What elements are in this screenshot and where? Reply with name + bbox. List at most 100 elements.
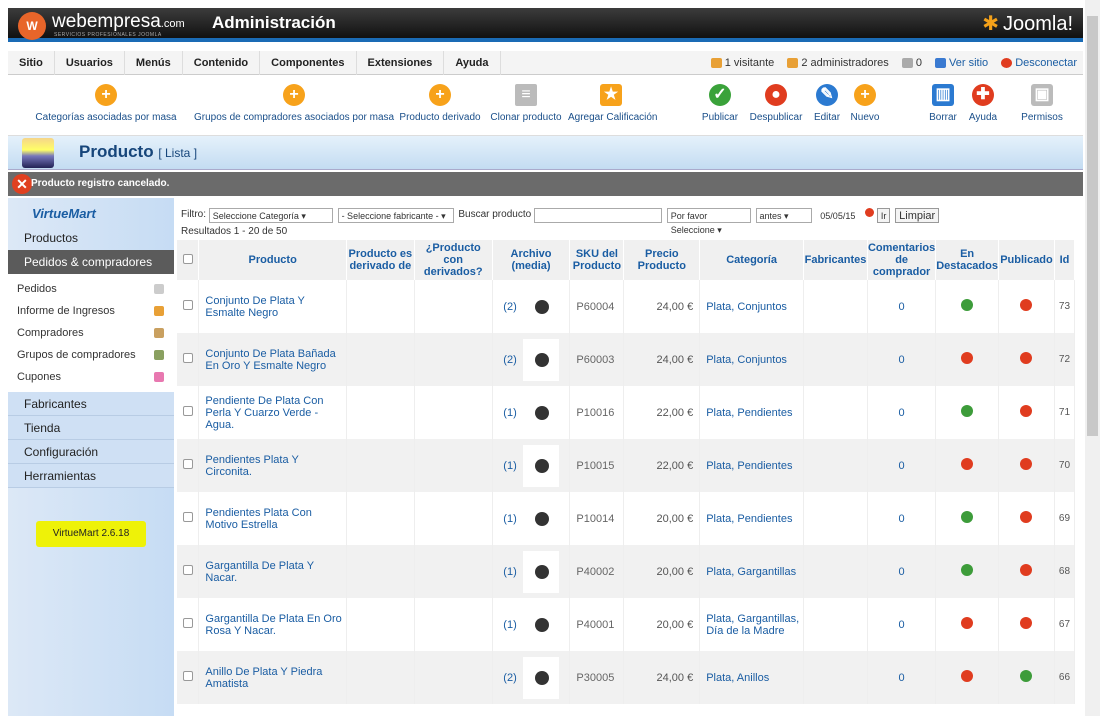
product-thumbnail[interactable] bbox=[522, 550, 559, 593]
col-manufacturers[interactable]: Fabricantes bbox=[803, 240, 868, 280]
featured-off-icon[interactable] bbox=[961, 458, 974, 470]
unpublished-icon[interactable] bbox=[1020, 617, 1033, 629]
col-sku[interactable]: SKU del Producto bbox=[569, 240, 625, 280]
row-checkbox[interactable] bbox=[182, 565, 193, 575]
view-site-link[interactable]: Ver sitio bbox=[935, 57, 988, 69]
row-checkbox[interactable] bbox=[182, 618, 193, 628]
rate-button[interactable]: ★ Agregar Calificación bbox=[568, 84, 658, 123]
col-id[interactable]: Id bbox=[1054, 240, 1076, 280]
product-thumbnail[interactable] bbox=[522, 338, 559, 381]
sidebar-item-pedidos[interactable]: Pedidos bbox=[8, 278, 174, 300]
category-link[interactable]: Plata, Anillos bbox=[699, 651, 804, 704]
unpublished-icon[interactable] bbox=[1020, 458, 1033, 470]
cat-mass-button[interactable]: + Categorías asociadas por masa bbox=[20, 84, 192, 123]
menu-ayuda[interactable]: Ayuda bbox=[444, 51, 501, 75]
sidebar-fabricantes[interactable]: Fabricantes bbox=[8, 392, 174, 416]
col-has-derived[interactable]: ¿Producto con derivados? bbox=[414, 240, 493, 280]
media-count[interactable]: (2) bbox=[503, 353, 516, 365]
product-thumbnail[interactable] bbox=[522, 603, 559, 646]
media-count[interactable]: (2) bbox=[503, 671, 516, 683]
comments-count[interactable]: 0 bbox=[867, 386, 937, 439]
go-button[interactable]: Ir bbox=[876, 208, 891, 223]
category-link[interactable]: Plata, Pendientes bbox=[699, 492, 804, 545]
sidebar-item-grupos[interactable]: Grupos de compradores bbox=[8, 344, 174, 366]
row-checkbox[interactable] bbox=[182, 512, 193, 522]
scrollbar[interactable] bbox=[1085, 0, 1100, 716]
row-checkbox[interactable] bbox=[182, 459, 193, 469]
media-count[interactable]: (1) bbox=[503, 459, 516, 471]
logout-link[interactable]: Desconectar bbox=[1001, 57, 1077, 69]
derived-button[interactable]: + Producto derivado bbox=[398, 84, 482, 123]
groups-mass-button[interactable]: + Grupos de compradores asociados por mas… bbox=[194, 84, 394, 123]
menu-extensiones[interactable]: Extensiones bbox=[357, 51, 445, 75]
media-count[interactable]: (1) bbox=[503, 406, 516, 418]
unpublished-icon[interactable] bbox=[1020, 564, 1033, 576]
date-field[interactable]: 05/05/15 bbox=[816, 208, 860, 223]
product-name-link[interactable]: Conjunto De Plata Bañada En Oro Y Esmalt… bbox=[198, 333, 347, 386]
menu-usuarios[interactable]: Usuarios bbox=[55, 51, 125, 75]
new-button[interactable]: + Nuevo bbox=[848, 84, 882, 123]
unpublished-icon[interactable] bbox=[1020, 352, 1033, 364]
product-name-link[interactable]: Anillo De Plata Y Piedra Amatista bbox=[198, 651, 347, 704]
published-check-icon[interactable] bbox=[1020, 670, 1033, 682]
comments-count[interactable]: 0 bbox=[867, 651, 937, 704]
product-name-link[interactable]: Pendiente De Plata Con Perla Y Cuarzo Ve… bbox=[198, 386, 347, 439]
media-count[interactable]: (1) bbox=[503, 512, 516, 524]
comments-count[interactable]: 0 bbox=[867, 545, 937, 598]
media-count[interactable]: (1) bbox=[503, 565, 516, 577]
scrollbar-thumb[interactable] bbox=[1087, 16, 1098, 436]
menu-sitio[interactable]: Sitio bbox=[8, 51, 55, 75]
category-link[interactable]: Plata, Gargantillas bbox=[699, 545, 804, 598]
comments-count[interactable]: 0 bbox=[867, 439, 937, 492]
featured-off-icon[interactable] bbox=[961, 352, 974, 364]
comments-count[interactable]: 0 bbox=[867, 492, 937, 545]
col-published[interactable]: Publicado bbox=[998, 240, 1055, 280]
col-price[interactable]: Precio Producto bbox=[623, 240, 701, 280]
unpublished-icon[interactable] bbox=[1020, 511, 1033, 523]
unpublished-icon[interactable] bbox=[1020, 405, 1033, 417]
category-link[interactable]: Plata, Conjuntos bbox=[699, 333, 804, 386]
sidebar-products[interactable]: Productos bbox=[8, 226, 174, 250]
product-thumbnail[interactable] bbox=[522, 497, 559, 540]
status-select[interactable]: Por favor Seleccione ▾ bbox=[666, 208, 751, 235]
comments-count[interactable]: 0 bbox=[867, 333, 937, 386]
row-checkbox[interactable] bbox=[182, 300, 193, 310]
featured-off-icon[interactable] bbox=[961, 617, 974, 629]
featured-check-icon[interactable] bbox=[961, 564, 974, 576]
product-thumbnail[interactable] bbox=[522, 285, 559, 328]
product-name-link[interactable]: Gargantilla De Plata Y Nacar. bbox=[198, 545, 347, 598]
product-name-link[interactable]: Pendientes Plata Y Circonita. bbox=[198, 439, 347, 492]
sidebar-orders-head[interactable]: Pedidos & compradores bbox=[8, 250, 174, 274]
media-count[interactable]: (2) bbox=[503, 300, 516, 312]
sidebar-item-informe[interactable]: Informe de Ingresos bbox=[8, 300, 174, 322]
permissions-button[interactable]: ▣ Permisos bbox=[1020, 84, 1064, 123]
menu-menus[interactable]: Menús bbox=[125, 51, 183, 75]
unpublish-button[interactable]: ● Despublicar bbox=[748, 84, 804, 123]
clone-button[interactable]: ≡ Clonar producto bbox=[488, 84, 564, 123]
clear-date-icon[interactable] bbox=[865, 208, 875, 217]
edit-button[interactable]: ✎ Editar bbox=[812, 84, 842, 123]
featured-off-icon[interactable] bbox=[961, 670, 974, 682]
row-checkbox[interactable] bbox=[182, 353, 193, 363]
col-product[interactable]: Producto bbox=[198, 240, 347, 280]
product-thumbnail[interactable] bbox=[522, 444, 559, 487]
product-name-link[interactable]: Conjunto De Plata Y Esmalte Negro bbox=[198, 280, 347, 333]
manufacturer-select[interactable]: - Seleccione fabricante - ▾ bbox=[337, 208, 454, 223]
featured-check-icon[interactable] bbox=[961, 511, 974, 523]
sidebar-configuracion[interactable]: Configuración bbox=[8, 440, 174, 464]
search-input[interactable] bbox=[533, 208, 662, 223]
category-link[interactable]: Plata, Pendientes bbox=[699, 386, 804, 439]
col-featured[interactable]: En Destacados bbox=[935, 240, 999, 280]
sidebar-herramientas[interactable]: Herramientas bbox=[8, 464, 174, 488]
media-count[interactable]: (1) bbox=[503, 618, 516, 630]
product-name-link[interactable]: Gargantilla De Plata En Oro Rosa Y Nacar… bbox=[198, 598, 347, 651]
product-name-link[interactable]: Pendientes Plata Con Motivo Estrella bbox=[198, 492, 347, 545]
category-select[interactable]: Seleccione Categoría ▾ bbox=[208, 208, 333, 223]
row-checkbox[interactable] bbox=[182, 406, 193, 416]
col-derived-of[interactable]: Producto es derivado de bbox=[346, 240, 415, 280]
category-link[interactable]: Plata, Pendientes bbox=[699, 439, 804, 492]
sidebar-item-compradores[interactable]: Compradores bbox=[8, 322, 174, 344]
featured-check-icon[interactable] bbox=[961, 405, 974, 417]
row-checkbox[interactable] bbox=[182, 671, 193, 681]
sidebar-item-cupones[interactable]: Cupones bbox=[8, 366, 174, 388]
